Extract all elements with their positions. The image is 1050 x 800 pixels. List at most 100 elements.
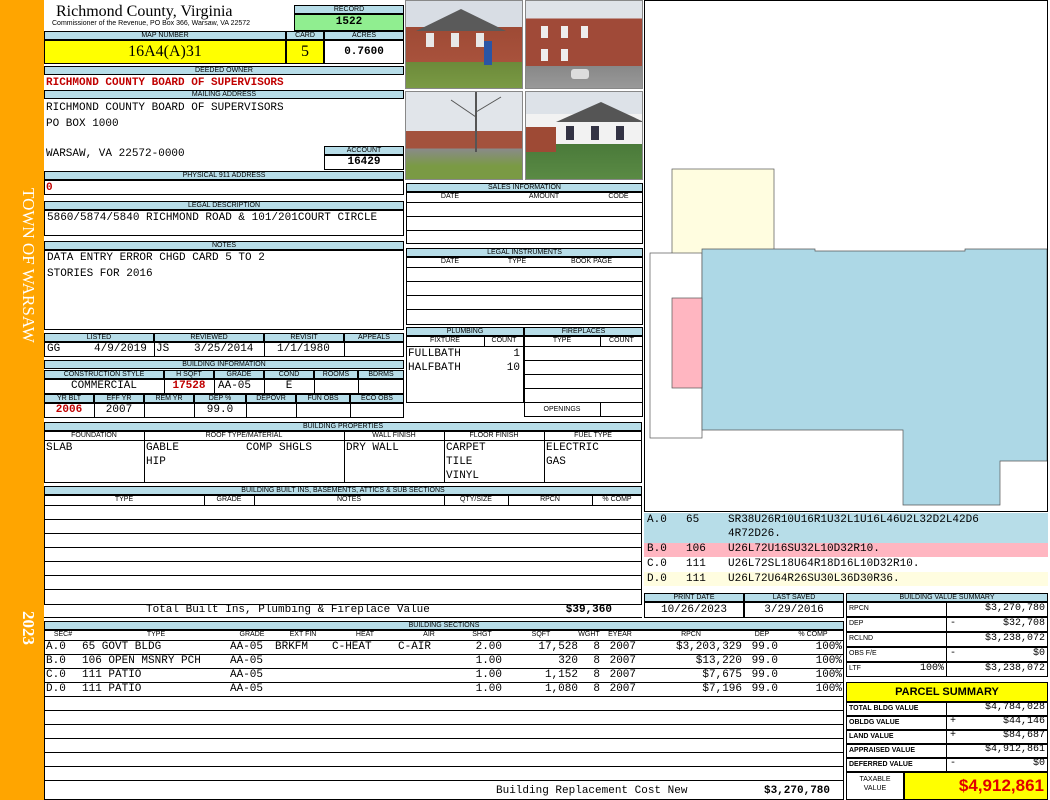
property-photo-2 [525, 0, 643, 89]
section-cell-r0-c6: 2.00 [475, 641, 502, 653]
grade-header: GRADE [214, 370, 264, 379]
builtins-grade-header: GRADE [216, 496, 242, 503]
sketch-code-d-path: U26L72U64R26SU30L36D30R36. [728, 573, 900, 585]
builtins-total-label: Total Built Ins, Plumbing & Fireplace Va… [146, 604, 430, 616]
print-date-value: 10/26/2023 [644, 602, 744, 618]
section-col-header-1: TYPE [146, 631, 166, 638]
physical-address-value: 0 [46, 182, 53, 194]
fuel-type-1: ELECTRIC [546, 442, 599, 454]
sketch-porch-b [671, 297, 703, 389]
listed-date: 4/9/2019 [94, 343, 147, 355]
value-summary-label-4: LTF [849, 665, 861, 672]
photo-4-illustration [526, 102, 642, 152]
photo-3-illustration [450, 92, 502, 152]
reviewed-header: REVIEWED [154, 333, 264, 342]
sketch-patio-d [671, 168, 775, 256]
plumbing-count-header: COUNT [491, 337, 517, 344]
cond-value: E [285, 380, 293, 392]
parcel-value-0: $4,784,028 [984, 702, 1045, 713]
section-cell-r0-c5: C-AIR [398, 641, 432, 653]
fireplace-count-header: COUNT [609, 337, 634, 344]
sketch-code-a-id: A.0 [647, 514, 667, 526]
plumbing-fixture-2: HALFBATH [408, 362, 461, 374]
mailing-line-3: WARSAW, VA 22572-0000 [46, 148, 185, 160]
parcel-summary-header: PARCEL SUMMARY [846, 682, 1048, 702]
effyr-value: 2007 [105, 404, 133, 416]
section-col-header-10: RPCN [681, 631, 701, 638]
plumbing-fixture-1: FULLBATH [408, 348, 461, 360]
notes-line-2: STORIES FOR 2016 [47, 268, 153, 280]
section-cell-r3-c12: 100% [815, 683, 842, 695]
value-summary-value-0: $3,270,780 [984, 603, 1045, 614]
roof-type-2: HIP [146, 456, 166, 468]
section-cell-r0-c9: 2007 [609, 641, 636, 653]
section-col-header-5: AIR [423, 631, 435, 638]
section-cell-r2-c7: 1,152 [544, 669, 578, 681]
depovr-header: DEPOVR [246, 394, 296, 403]
section-cell-r1-c1: 106 OPEN MSNRY PCH [82, 655, 201, 667]
section-col-header-2: GRADE [239, 631, 265, 638]
fireplaces-header: FIREPLACES [524, 327, 643, 336]
physical-address-box [44, 180, 404, 195]
section-cell-r2-c8: 8 [593, 669, 600, 681]
section-cell-r3-c10: $7,196 [702, 683, 742, 695]
legal-instruments-header: LEGAL INSTRUMENTS [406, 248, 643, 257]
bdrms-header: BDRMS [358, 370, 404, 379]
revisit-header: REVISIT [264, 333, 344, 342]
parcel-value-4: $0 [1032, 758, 1045, 769]
value-summary-value-4: $3,238,072 [984, 663, 1045, 674]
section-cell-r0-c3: BRKFM [275, 641, 309, 653]
value-summary-label-0: RPCN [849, 605, 869, 612]
town-label: TOWN OF WARSAW [19, 187, 38, 343]
builtins-qty-header: QTY/SIZE [460, 496, 492, 503]
sketch-code-c-path: U26L72SL18U64R18D16L10D32R10. [728, 558, 920, 570]
sketch-code-c-code: 111 [686, 558, 706, 570]
record-header: RECORD [294, 5, 404, 14]
last-saved-value: 3/29/2016 [744, 602, 844, 618]
deeded-owner-header: DEEDED OWNER [44, 66, 404, 75]
sales-amount-header: AMOUNT [528, 193, 560, 200]
account-header: ACCOUNT [324, 146, 404, 155]
replacement-cost-label: Building Replacement Cost New [496, 785, 688, 797]
physical-address-header: PHYSICAL 911 ADDRESS [44, 171, 404, 180]
property-photo-3 [405, 91, 523, 180]
parcel-label-4: DEFERRED VALUE [849, 761, 913, 768]
builtins-comp-header: % COMP [602, 496, 632, 503]
fireplace-type-header: TYPE [552, 337, 572, 344]
section-cell-r1-c6: 1.00 [475, 655, 502, 667]
revisit-date: 1/1/1980 [277, 343, 330, 355]
section-col-header-4: HEAT [355, 631, 375, 638]
rooms-header: ROOMS [314, 370, 358, 379]
roof-type-1: GABLE [146, 442, 180, 454]
section-cell-r1-c7: 320 [558, 655, 578, 667]
section-cell-r2-c12: 100% [815, 669, 842, 681]
section-cell-r3-c2: AA-05 [230, 683, 264, 695]
notes-line-1: DATA ENTRY ERROR CHGD CARD 5 TO 2 [47, 252, 265, 264]
section-col-header-8: WGHT [578, 631, 600, 638]
yrblt-value: 2006 [55, 404, 83, 416]
section-col-header-7: SQFT [531, 631, 551, 638]
instruments-date-header: DATE [440, 258, 460, 265]
sketch-code-c-id: C.0 [647, 558, 667, 570]
building-properties-header: BUILDING PROPERTIES [44, 422, 642, 431]
section-cell-r2-c9: 2007 [609, 669, 636, 681]
section-cell-r0-c11: 99.0 [751, 641, 778, 653]
parcel-value-2: $84,687 [1002, 730, 1045, 741]
sketch-code-d-id: D.0 [647, 573, 667, 585]
instruments-book-header: BOOK PAGE [570, 258, 613, 265]
plumbing-count-1: 1 [513, 348, 520, 360]
funobs-header: FUN OBS [296, 394, 350, 403]
yrblt-header: YR BLT [44, 394, 94, 403]
last-saved-header: LAST SAVED [744, 593, 844, 602]
section-cell-r3-c8: 8 [593, 683, 600, 695]
section-cell-r1-c11: 99.0 [751, 655, 778, 667]
sales-header: SALES INFORMATION [406, 183, 643, 192]
mailing-line-1: RICHMOND COUNTY BOARD OF SUPERVISORS [46, 102, 284, 114]
sketch-code-b-path: U26L72U16SU32L10D32R10. [728, 543, 880, 555]
value-summary-divider-3 [946, 647, 947, 662]
section-cell-r0-c7: 17,528 [538, 641, 578, 653]
sketch-code-b-id: B.0 [647, 543, 667, 555]
builtins-rpcn-header: RPCN [540, 496, 560, 503]
section-col-header-0: SEC# [53, 631, 73, 638]
building-info-header: BUILDING INFORMATION [44, 360, 404, 369]
